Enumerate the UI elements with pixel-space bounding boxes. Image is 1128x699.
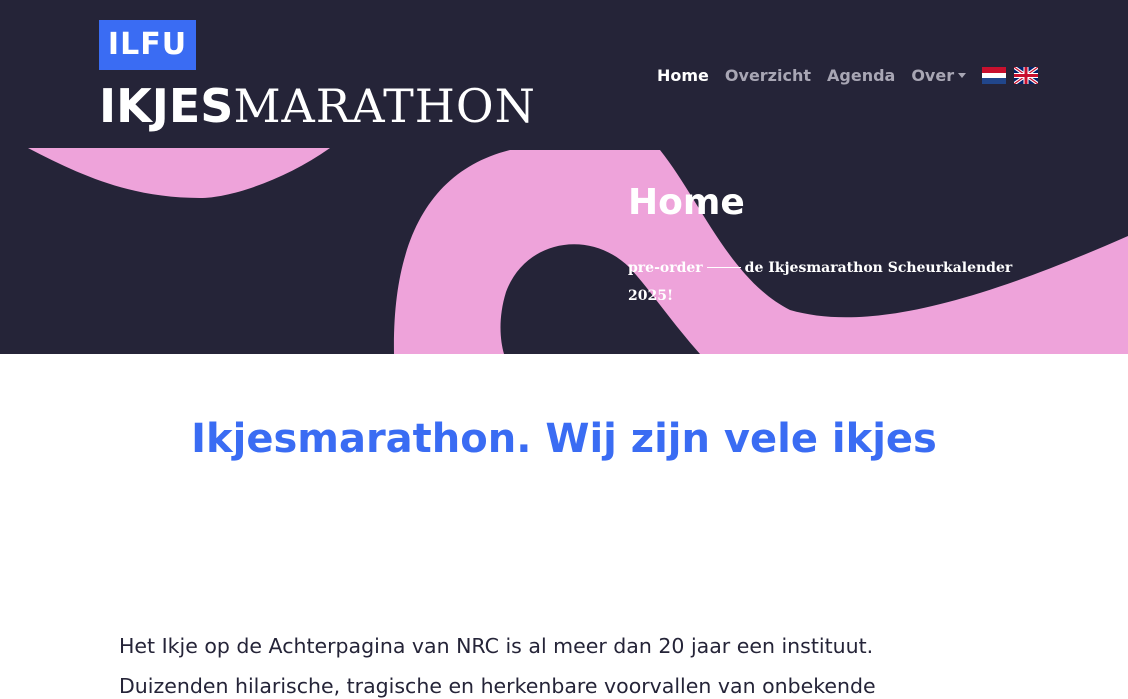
nav-over-dropdown[interactable]: Over xyxy=(911,65,967,85)
hero-subtitle-blank xyxy=(706,267,741,268)
intro-paragraph: Het Ikje op de Achterpagina van NRC is a… xyxy=(119,634,876,698)
netherlands-flag-icon[interactable] xyxy=(982,66,1007,84)
chevron-down-icon xyxy=(958,72,967,78)
uk-flag-icon[interactable] xyxy=(1014,66,1039,84)
logo-title-bold: IKJES xyxy=(99,79,234,133)
nav-home[interactable]: Home xyxy=(657,66,709,85)
nav-overzicht[interactable]: Overzicht xyxy=(725,66,811,85)
main-nav: Home Overzicht Agenda Over xyxy=(657,62,1046,88)
hero-banner: ILFU IKJESMARATHON Home Overzicht Agenda… xyxy=(0,0,1128,354)
hero-subtitle-before: pre-order xyxy=(628,260,703,276)
logo-title-serif: MARATHON xyxy=(233,79,536,133)
nav-over-label: Over xyxy=(911,65,955,85)
hero-subtitle: pre-order de Ikjesmarathon Scheurkalender… xyxy=(628,254,1028,310)
section-heading: Ikjesmarathon. Wij zijn vele ikjes xyxy=(191,416,937,462)
page-title: Home xyxy=(628,182,745,223)
logo-badge[interactable]: ILFU xyxy=(99,20,196,70)
site-logo-title[interactable]: IKJESMARATHON xyxy=(99,78,536,134)
nav-agenda[interactable]: Agenda xyxy=(827,66,895,85)
